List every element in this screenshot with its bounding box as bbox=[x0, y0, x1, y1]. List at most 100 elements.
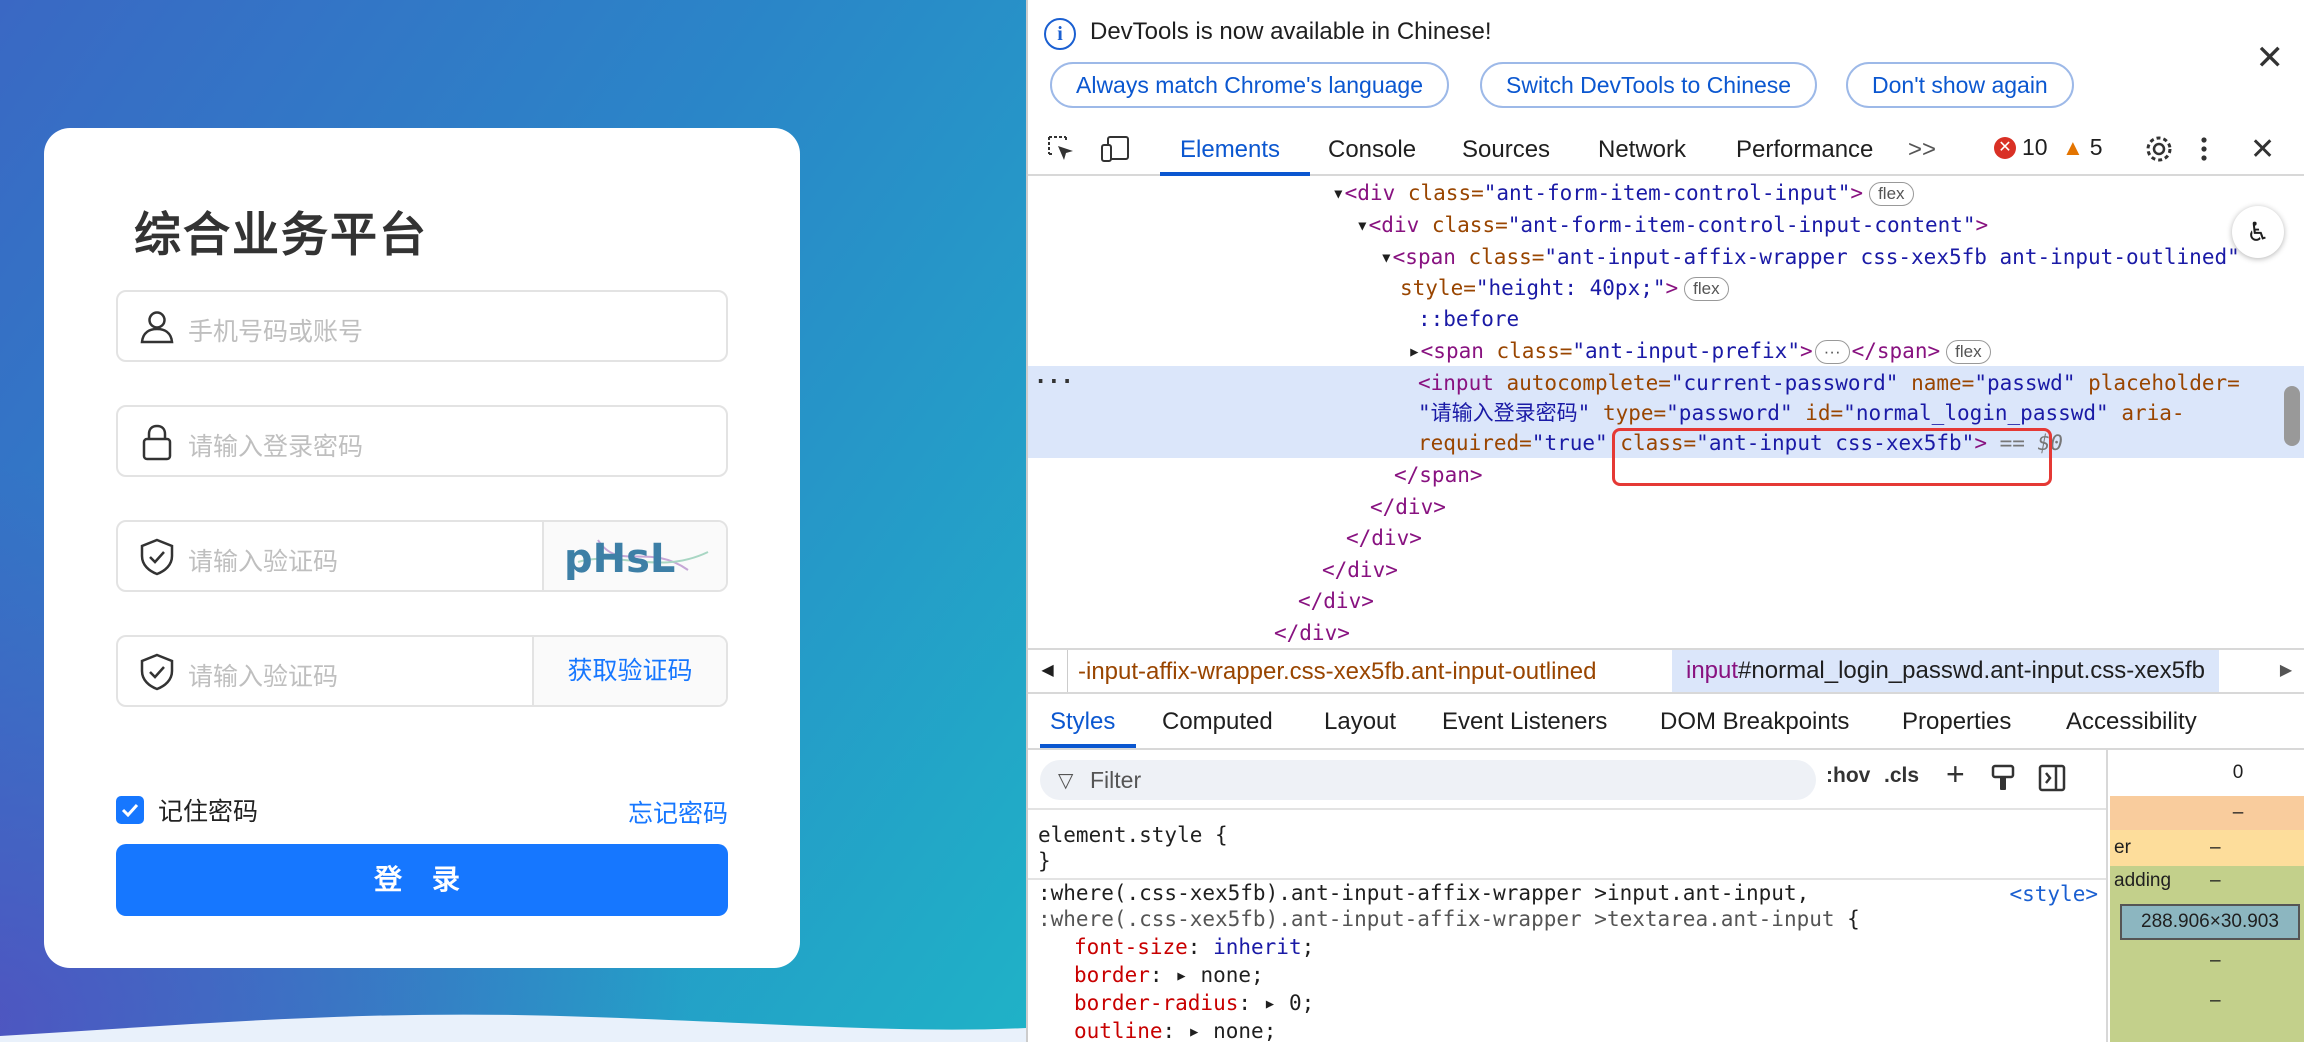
node-actions-icon[interactable]: ... bbox=[1034, 364, 1074, 389]
user-icon bbox=[140, 311, 174, 344]
tab-styles[interactable]: Styles bbox=[1050, 708, 1115, 736]
tab-network[interactable]: Network bbox=[1598, 136, 1686, 164]
dom-line[interactable]: </div> bbox=[1346, 523, 1422, 553]
flex-badge[interactable]: flex bbox=[1946, 340, 1991, 364]
tab-accessibility[interactable]: Accessibility bbox=[2066, 708, 2197, 736]
tab-dom-breakpoints[interactable]: DOM Breakpoints bbox=[1660, 708, 1849, 736]
devtools-panel: i DevTools is now available in Chinese! … bbox=[1026, 0, 2304, 1042]
more-options-icon[interactable] bbox=[2198, 134, 2210, 164]
dom-line[interactable]: style="height: 40px;"> flex bbox=[1400, 273, 1729, 303]
login-button[interactable]: 登 录 bbox=[116, 844, 728, 916]
dom-tree: ... ▾<div class="ant-form-item-control-i… bbox=[1028, 176, 2304, 648]
dom-line[interactable]: ▾<div class="ant-form-item-control-input… bbox=[1332, 178, 1914, 208]
expand-arrow-icon[interactable]: ▾ bbox=[1356, 213, 1369, 237]
close-devtools-icon[interactable]: ✕ bbox=[2250, 132, 2275, 167]
breadcrumb-item-selected[interactable]: input#normal_login_passwd.ant-input.css-… bbox=[1672, 650, 2219, 692]
breadcrumb-scroll-left-icon[interactable]: ◀ bbox=[1028, 650, 1068, 692]
warning-count-badge[interactable]: ▲ 5 bbox=[2062, 134, 2103, 161]
css-declaration[interactable]: outline: ▸ none; bbox=[1074, 1018, 1276, 1042]
dom-line-selected[interactable]: "请输入登录密码" type="password" id="normal_log… bbox=[1418, 398, 2185, 428]
expand-arrow-icon[interactable]: ▾ bbox=[1380, 245, 1393, 269]
dom-line-selected[interactable]: <input autocomplete="current-password" n… bbox=[1418, 368, 2240, 398]
dom-line[interactable]: </span> bbox=[1394, 460, 1483, 490]
device-toolbar-icon[interactable] bbox=[1100, 134, 1132, 164]
accessibility-tree-icon[interactable]: ♿ bbox=[2232, 206, 2284, 258]
infobar-message: DevTools is now available in Chinese! bbox=[1090, 18, 1492, 45]
dom-line[interactable]: ::before bbox=[1418, 304, 1519, 334]
settings-gear-icon[interactable] bbox=[2144, 134, 2174, 164]
breadcrumb-scroll-right-icon[interactable]: ▶ bbox=[2268, 650, 2304, 692]
collapse-arrow-icon[interactable]: ▸ bbox=[1408, 339, 1421, 363]
rule-close: } bbox=[1038, 849, 1051, 873]
styles-pane: ▽ Filter :hov .cls + element.style { } :… bbox=[1028, 750, 2108, 1042]
get-code-button[interactable]: 获取验证码 bbox=[532, 637, 726, 705]
padding-box[interactable]: adding – 288.906×30.903 – – bbox=[2110, 866, 2304, 1042]
dont-show-again-button[interactable]: Don't show again bbox=[1846, 62, 2074, 108]
captcha-graphic: pHsL bbox=[564, 536, 709, 580]
dom-line[interactable]: ▸<span class="ant-input-prefix"> ··· </spa… bbox=[1408, 336, 1991, 366]
dom-line[interactable]: </div> bbox=[1322, 555, 1398, 585]
page-title: 综合业务平台 bbox=[134, 208, 428, 263]
tab-performance[interactable]: Performance bbox=[1736, 136, 1873, 164]
css-declaration[interactable]: border: ▸ none; bbox=[1074, 962, 1264, 988]
captcha-field[interactable]: 请输入验证码 pHsL bbox=[116, 520, 728, 592]
password-field[interactable]: 请输入登录密码 bbox=[116, 405, 728, 477]
phone-placeholder: 手机号码或账号 bbox=[188, 317, 364, 346]
error-count-badge[interactable]: ✕ 10 bbox=[1994, 134, 2048, 161]
new-rule-icon[interactable]: + bbox=[1946, 756, 1965, 793]
remember-label: 记住密码 bbox=[158, 797, 259, 826]
info-icon: i bbox=[1044, 18, 1076, 50]
breadcrumb-item[interactable]: -input-affix-wrapper.css-xex5fb.ant-inpu… bbox=[1078, 658, 1596, 686]
dom-line[interactable]: </div> bbox=[1274, 618, 1350, 648]
toggle-sidebar-icon[interactable] bbox=[2038, 764, 2066, 792]
tab-console[interactable]: Console bbox=[1328, 136, 1416, 164]
switch-to-chinese-button[interactable]: Switch DevTools to Chinese bbox=[1480, 62, 1818, 108]
tab-sources[interactable]: Sources bbox=[1462, 136, 1550, 164]
close-icon[interactable]: ✕ bbox=[2256, 38, 2285, 78]
hover-state-toggle[interactable]: :hov bbox=[1826, 764, 1870, 788]
language-infobar: i DevTools is now available in Chinese! … bbox=[1028, 0, 2304, 122]
filter-placeholder: Filter bbox=[1090, 767, 1142, 793]
tab-properties[interactable]: Properties bbox=[1902, 708, 2011, 736]
sms-code-field[interactable]: 请输入验证码 获取验证码 bbox=[116, 635, 728, 707]
tab-event-listeners[interactable]: Event Listeners bbox=[1442, 708, 1607, 736]
phone-field[interactable]: 手机号码或账号 bbox=[116, 290, 728, 362]
filter-input[interactable]: ▽ Filter bbox=[1040, 760, 1816, 800]
flex-badge[interactable]: flex bbox=[1869, 182, 1914, 206]
expand-arrow-icon: ▸ bbox=[1187, 1019, 1201, 1042]
dom-line[interactable]: </div> bbox=[1370, 492, 1446, 522]
collapsed-content-badge[interactable]: ··· bbox=[1814, 340, 1850, 364]
expand-arrow-icon[interactable]: ▾ bbox=[1332, 181, 1345, 205]
dom-line[interactable]: ▾<span class="ant-input-affix-wrapper cs… bbox=[1380, 242, 2240, 272]
forgot-password-link[interactable]: 忘记密码 bbox=[628, 794, 728, 830]
paint-brush-icon[interactable] bbox=[1990, 764, 2016, 792]
rule-selector[interactable]: :where(.css-xex5fb).ant-input-affix-wrap… bbox=[1038, 906, 1860, 932]
inspect-element-icon[interactable] bbox=[1046, 134, 1076, 164]
border-box[interactable]: er – bbox=[2110, 830, 2304, 866]
element-style-rule[interactable]: element.style { bbox=[1038, 822, 1228, 848]
captcha-image[interactable]: pHsL bbox=[542, 522, 726, 590]
tab-computed[interactable]: Computed bbox=[1162, 708, 1273, 736]
more-tabs-button[interactable]: >> bbox=[1908, 136, 1936, 164]
shield-check-icon bbox=[140, 538, 174, 576]
content-box[interactable]: 288.906×30.903 bbox=[2120, 904, 2300, 940]
margin-value[interactable]: 0 bbox=[2110, 750, 2304, 796]
captcha-placeholder: 请输入验证码 bbox=[188, 547, 339, 576]
background-wave bbox=[0, 1014, 1026, 1042]
match-language-button[interactable]: Always match Chrome's language bbox=[1050, 62, 1449, 108]
css-declaration[interactable]: border-radius: ▸ 0; bbox=[1074, 990, 1314, 1016]
tab-layout[interactable]: Layout bbox=[1324, 708, 1396, 736]
css-declaration[interactable]: font-size: inherit; bbox=[1074, 934, 1314, 960]
style-source-link[interactable]: <style> bbox=[2009, 882, 2098, 906]
tab-elements[interactable]: Elements bbox=[1180, 136, 1280, 164]
rule-selector[interactable]: :where(.css-xex5fb).ant-input-affix-wrap… bbox=[1038, 880, 1809, 906]
dom-line[interactable]: </div> bbox=[1298, 586, 1374, 616]
dom-scrollbar[interactable] bbox=[2284, 386, 2300, 446]
remember-checkbox[interactable] bbox=[116, 796, 144, 824]
margin-box[interactable]: – bbox=[2110, 796, 2304, 830]
flex-badge[interactable]: flex bbox=[1684, 277, 1729, 301]
class-toggle[interactable]: .cls bbox=[1884, 764, 1919, 788]
dom-line[interactable]: ▾<div class="ant-form-item-control-input… bbox=[1356, 210, 1988, 240]
remember-password[interactable]: 记住密码 bbox=[116, 792, 258, 828]
box-model-diagram: 0 – er – adding – 288.906×30.903 – – bbox=[2110, 750, 2304, 1042]
